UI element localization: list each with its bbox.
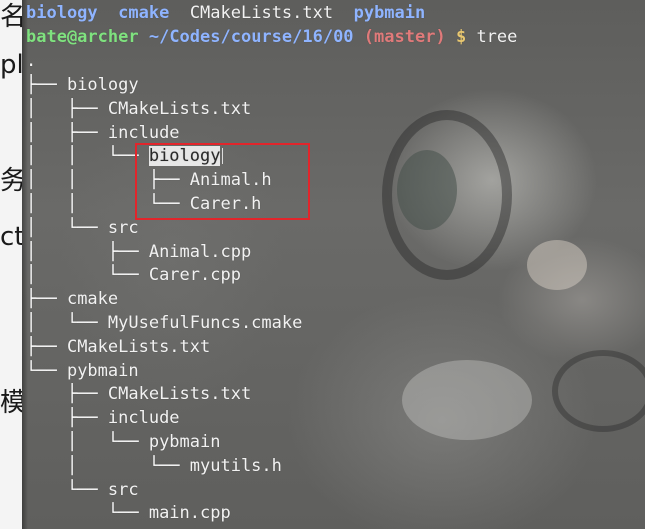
tree-entry: │ └── pybmain bbox=[26, 431, 221, 454]
tree-branch-glyph: ├── bbox=[26, 408, 108, 429]
tree-branch-glyph: │ └── bbox=[26, 217, 108, 238]
tree-branch-glyph: └── bbox=[26, 503, 149, 524]
tree-file-name[interactable]: main.cpp bbox=[149, 503, 231, 523]
tree-entry: │ ├── Animal.cpp bbox=[26, 241, 251, 264]
window-edge-shadow bbox=[22, 0, 28, 529]
tree-branch-glyph: │ ├── bbox=[26, 98, 108, 119]
tree-file-name[interactable]: CMakeLists.txt bbox=[108, 99, 251, 119]
tree-entry: └── main.cpp bbox=[26, 502, 231, 525]
wallpaper-shape bbox=[402, 360, 532, 440]
tree-branch-glyph: │ │ └── bbox=[26, 146, 149, 167]
tree-file-name[interactable]: CMakeLists.txt bbox=[67, 337, 210, 357]
tree-directory-name[interactable]: src bbox=[108, 218, 139, 238]
tree-branch-glyph: ├── bbox=[26, 289, 67, 310]
tree-file-name[interactable]: CMakeLists.txt bbox=[108, 384, 251, 404]
tree-entry: │ ├── include bbox=[26, 122, 180, 145]
tree-branch-glyph: │ └── bbox=[26, 455, 190, 476]
tree-branch-glyph: └── bbox=[26, 479, 108, 500]
tree-file-name[interactable]: MyUsefulFuncs.cmake bbox=[108, 313, 302, 333]
terminal-window[interactable]: biology cmake CMakeLists.txt pybmain bat… bbox=[22, 0, 645, 529]
tree-entry: │ └── Carer.cpp bbox=[26, 264, 241, 287]
tree-entry: │ └── src bbox=[26, 217, 139, 240]
tree-directory-name[interactable]: cmake bbox=[67, 289, 118, 309]
prompt-command: tree bbox=[476, 27, 518, 47]
tree-branch-glyph: ├── bbox=[26, 336, 67, 357]
shell-prompt: bate@archer ~/Codes/course/16/00 (master… bbox=[26, 26, 517, 49]
tree-file-name[interactable]: myutils.h bbox=[190, 456, 282, 476]
tree-directory-name[interactable]: pybmain bbox=[67, 361, 139, 381]
tree-directory-name[interactable]: pybmain bbox=[149, 432, 221, 452]
tree-file-name[interactable]: Carer.cpp bbox=[149, 265, 241, 285]
tree-branch-glyph: │ └── bbox=[26, 432, 149, 452]
prompt-path: ~/Codes/course/16/00 bbox=[148, 27, 354, 47]
tab-dir-cmake[interactable]: cmake bbox=[118, 3, 169, 23]
tree-branch-glyph: │ └── bbox=[26, 265, 149, 286]
tree-branch-glyph: │ ├── bbox=[26, 241, 149, 262]
tree-entry: │ ├── CMakeLists.txt bbox=[26, 98, 251, 121]
tree-directory-name[interactable]: biology bbox=[67, 75, 139, 95]
tab-dir-pybmain[interactable]: pybmain bbox=[354, 3, 426, 23]
prompt-user-host: bate@archer bbox=[26, 27, 139, 47]
tree-entry: ├── biology bbox=[26, 74, 139, 97]
wallpaper-shape bbox=[527, 240, 587, 290]
tree-entry: ├── CMakeLists.txt bbox=[26, 336, 210, 359]
tree-entry: └── src bbox=[26, 479, 139, 502]
tree-entry: ├── cmake bbox=[26, 288, 118, 311]
tree-branch-glyph: ├── bbox=[26, 384, 108, 405]
prompt-symbol: $ bbox=[455, 27, 467, 47]
tree-entry: ├── CMakeLists.txt bbox=[26, 383, 251, 406]
tree-entry: └── pybmain bbox=[26, 360, 139, 383]
doc-fragment: ct bbox=[0, 222, 25, 252]
tree-directory-name[interactable]: src bbox=[108, 480, 139, 500]
wallpaper-shape bbox=[382, 110, 512, 280]
tree-branch-glyph: │ └── bbox=[26, 313, 108, 333]
tab-file-cmakelists[interactable]: CMakeLists.txt bbox=[190, 3, 333, 23]
highlight-annotation-box bbox=[135, 143, 310, 220]
tree-directory-name[interactable]: include bbox=[108, 408, 180, 428]
tree-entry: ├── include bbox=[26, 407, 180, 430]
wallpaper-shape bbox=[397, 150, 457, 230]
ls-output-line: biology cmake CMakeLists.txt pybmain bbox=[26, 2, 425, 25]
wallpaper-shape bbox=[552, 350, 645, 432]
tab-dir-biology[interactable]: biology bbox=[26, 3, 98, 23]
tree-entry: │ └── MyUsefulFuncs.cmake bbox=[26, 312, 302, 335]
tree-entry: │ └── myutils.h bbox=[26, 455, 282, 478]
doc-fragment: pl bbox=[0, 50, 24, 80]
tree-branch-glyph: └── bbox=[26, 360, 67, 381]
prompt-git-branch: (master) bbox=[363, 27, 446, 47]
tree-file-name[interactable]: Animal.cpp bbox=[149, 242, 251, 262]
tree-branch-glyph: │ ├── bbox=[26, 122, 108, 143]
tree-directory-name[interactable]: include bbox=[108, 123, 180, 143]
tree-branch-glyph: ├── bbox=[26, 75, 67, 95]
